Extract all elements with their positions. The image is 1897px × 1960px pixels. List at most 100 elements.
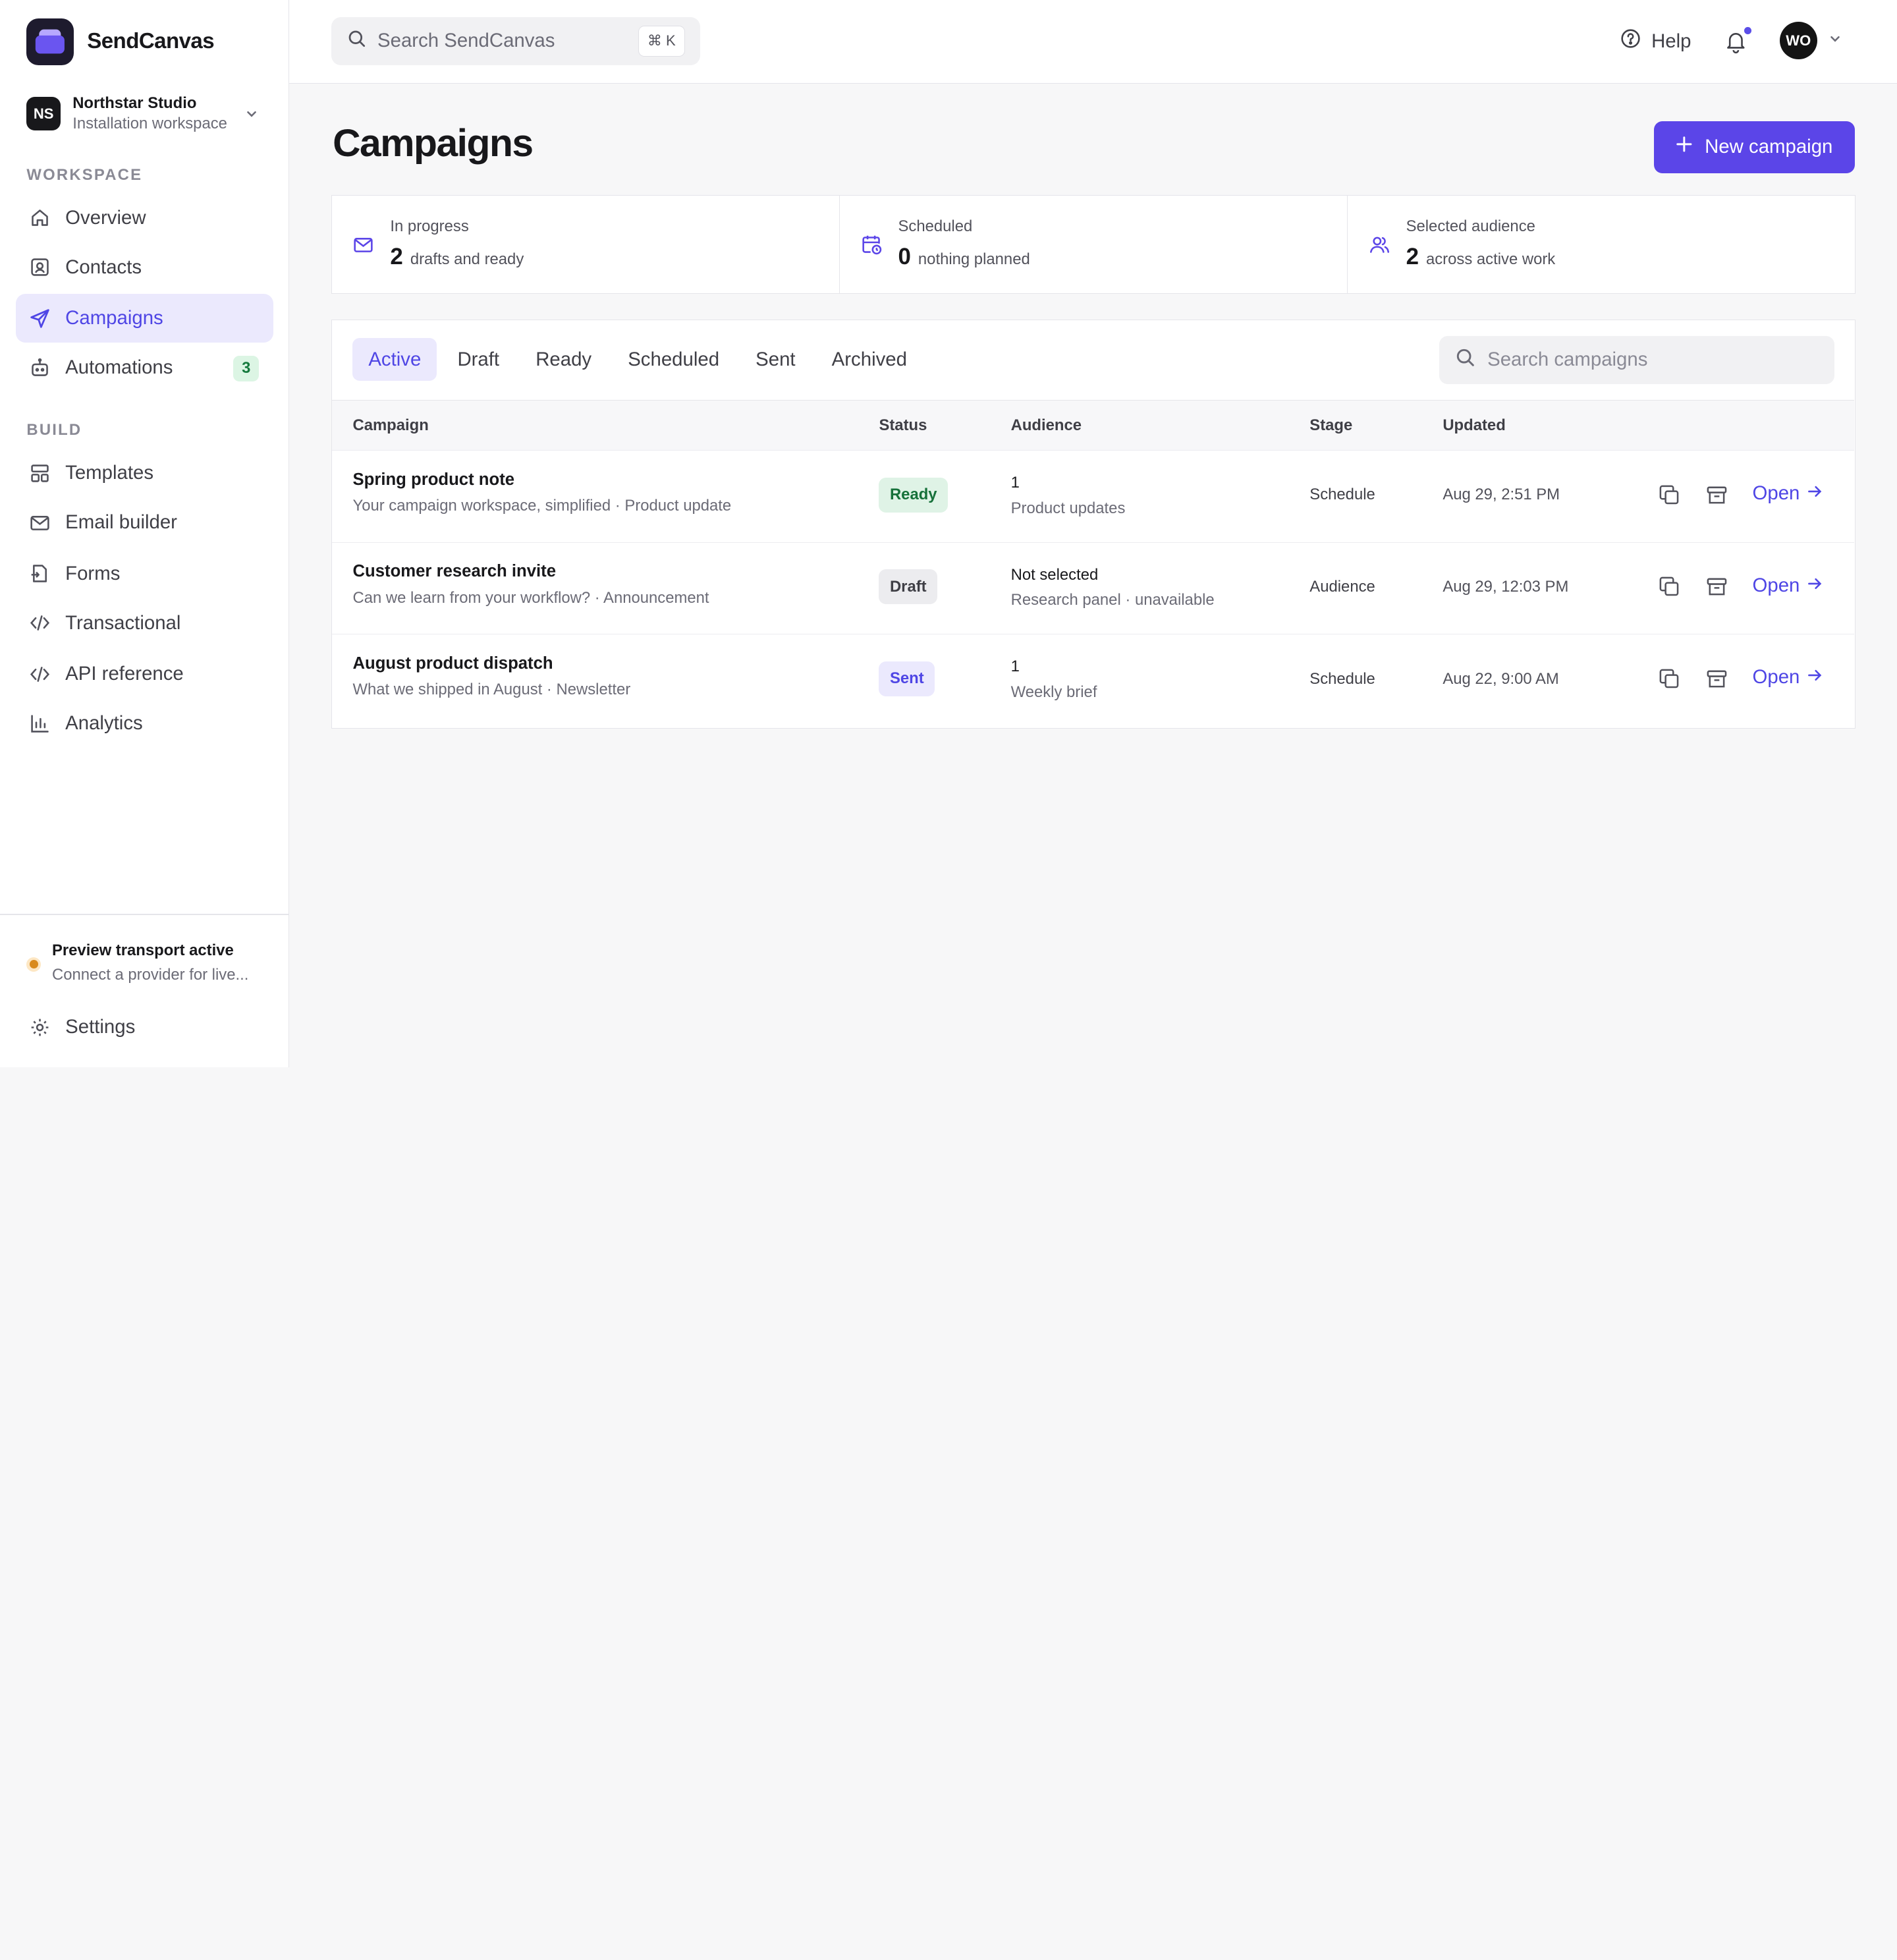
updated-at: Aug 29, 12:03 PM [1443, 578, 1569, 596]
notifications-button[interactable] [1724, 26, 1752, 59]
campaign-name[interactable]: Customer research invite [352, 562, 556, 581]
help-label: Help [1651, 30, 1691, 52]
table-row[interactable]: August product dispatch What we shipped … [332, 634, 1854, 727]
count-badge: 3 [233, 355, 260, 381]
workspace-switcher[interactable]: NS Northstar Studio Installation workspa… [26, 87, 263, 140]
send-icon [29, 308, 51, 329]
stat-desc: across active work [1425, 250, 1556, 269]
help-circle-icon [1620, 28, 1641, 55]
stat-in-progress: In progress 2 drafts and ready [332, 195, 840, 294]
status-badge: Draft [879, 569, 938, 605]
campaign-subject: What we shipped in August · Newsletter [352, 681, 631, 699]
archive-icon[interactable] [1705, 667, 1728, 696]
stat-value: 2 [390, 244, 403, 270]
audience-name: Weekly brief [1010, 683, 1097, 701]
sidebar-item-campaigns[interactable]: Campaigns [15, 294, 274, 343]
sidebar-item-label: Campaigns [65, 307, 163, 329]
sidebar-item-label: Settings [65, 1016, 136, 1038]
forms-icon [29, 563, 51, 584]
stat-label: In progress [390, 217, 469, 235]
status-badge: Ready [879, 477, 949, 513]
duplicate-icon[interactable] [1658, 667, 1681, 696]
table-row[interactable]: Spring product note Your campaign worksp… [332, 451, 1854, 543]
sidebar-divider [0, 913, 289, 915]
gear-icon [29, 1017, 51, 1038]
updated-at: Aug 22, 9:00 AM [1443, 669, 1559, 688]
plus-icon [1676, 136, 1693, 158]
stat-desc: nothing planned [918, 250, 1030, 269]
campaigns-table-card: Active Draft Ready Scheduled Sent Archiv… [331, 319, 1856, 729]
tab-archived[interactable]: Archived [816, 338, 923, 380]
chart-icon [29, 713, 51, 735]
code-icon [29, 663, 51, 685]
page-title: Campaigns [333, 121, 534, 165]
campaign-name[interactable]: August product dispatch [352, 654, 553, 673]
duplicate-icon[interactable] [1658, 575, 1681, 603]
tab-scheduled[interactable]: Scheduled [612, 338, 735, 380]
sidebar-item-settings[interactable]: Settings [16, 1003, 273, 1051]
sidebar-item-email-builder[interactable]: Email builder [16, 499, 273, 547]
sidebar-item-analytics[interactable]: Analytics [16, 700, 273, 748]
table-header: Campaign Status Audience Stage Updated [332, 400, 1854, 451]
sidebar-item-templates[interactable]: Templates [16, 449, 273, 497]
code-icon [29, 612, 51, 634]
open-campaign-link[interactable]: Open [1753, 666, 1823, 688]
campaign-subject: Can we learn from your workflow? · Annou… [352, 588, 709, 607]
arrow-right-icon [1807, 666, 1823, 688]
user-menu[interactable]: WO [1779, 22, 1842, 59]
workspace-subtitle: Installation workspace [72, 115, 227, 133]
stat-label: Selected audience [1406, 217, 1535, 235]
brand[interactable]: SendCanvas [26, 18, 215, 66]
sidebar-item-label: Overview [65, 206, 146, 229]
open-campaign-link[interactable]: Open [1753, 482, 1823, 505]
duplicate-icon[interactable] [1658, 484, 1681, 512]
column-header-audience[interactable]: Audience [1011, 416, 1082, 435]
bell-icon [1724, 33, 1748, 58]
notification-dot [1743, 26, 1752, 36]
tab-draft[interactable]: Draft [442, 338, 515, 380]
chevron-down-icon [1828, 30, 1842, 52]
calendar-clock-icon [861, 234, 883, 261]
section-label-workspace: WORKSPACE [26, 165, 143, 184]
sidebar-item-api-reference[interactable]: API reference [16, 650, 273, 698]
tab-ready[interactable]: Ready [520, 338, 607, 380]
column-header-campaign[interactable]: Campaign [352, 416, 428, 435]
sidebar-item-automations[interactable]: Automations 3 [16, 344, 273, 392]
tab-sent[interactable]: Sent [740, 338, 811, 380]
workspace-avatar: NS [26, 96, 61, 131]
mail-icon [352, 234, 374, 261]
help-button[interactable]: Help [1620, 28, 1691, 55]
home-icon [29, 207, 51, 229]
sidebar-item-overview[interactable]: Overview [16, 194, 273, 242]
campaign-stage: Schedule [1309, 669, 1375, 688]
archive-icon[interactable] [1705, 484, 1728, 512]
stat-selected-audience: Selected audience 2 across active work [1348, 196, 1855, 294]
column-header-stage[interactable]: Stage [1309, 416, 1352, 435]
column-header-updated[interactable]: Updated [1443, 416, 1505, 435]
sidebar-item-contacts[interactable]: Contacts [16, 243, 273, 291]
chevron-down-icon [244, 104, 259, 126]
archive-icon[interactable] [1705, 575, 1728, 603]
sidebar-item-forms[interactable]: Forms [16, 549, 273, 598]
table-row[interactable]: Customer research invite Can we learn fr… [332, 543, 1854, 635]
campaign-search-input[interactable] [1487, 349, 1815, 372]
search-placeholder: Search SendCanvas [377, 30, 555, 52]
global-search[interactable]: Search SendCanvas ⌘ K [331, 16, 701, 66]
sidebar-item-label: Automations [65, 356, 173, 379]
updated-at: Aug 29, 2:51 PM [1443, 486, 1560, 504]
tab-active[interactable]: Active [352, 338, 437, 381]
open-campaign-link[interactable]: Open [1753, 574, 1823, 597]
column-header-status[interactable]: Status [879, 416, 927, 435]
sidebar-item-label: Templates [65, 462, 154, 484]
open-label: Open [1752, 666, 1800, 688]
sidebar-item-transactional[interactable]: Transactional [16, 599, 273, 647]
campaign-name[interactable]: Spring product note [352, 470, 514, 490]
audience-name: Product updates [1010, 499, 1126, 517]
campaign-search[interactable] [1439, 335, 1835, 385]
mail-icon [29, 512, 51, 534]
new-campaign-button[interactable]: New campaign [1653, 121, 1855, 173]
sidebar-item-label: API reference [65, 663, 184, 685]
audience-count: Not selected [1010, 565, 1099, 584]
search-icon [1455, 347, 1475, 373]
templates-icon [29, 462, 51, 484]
